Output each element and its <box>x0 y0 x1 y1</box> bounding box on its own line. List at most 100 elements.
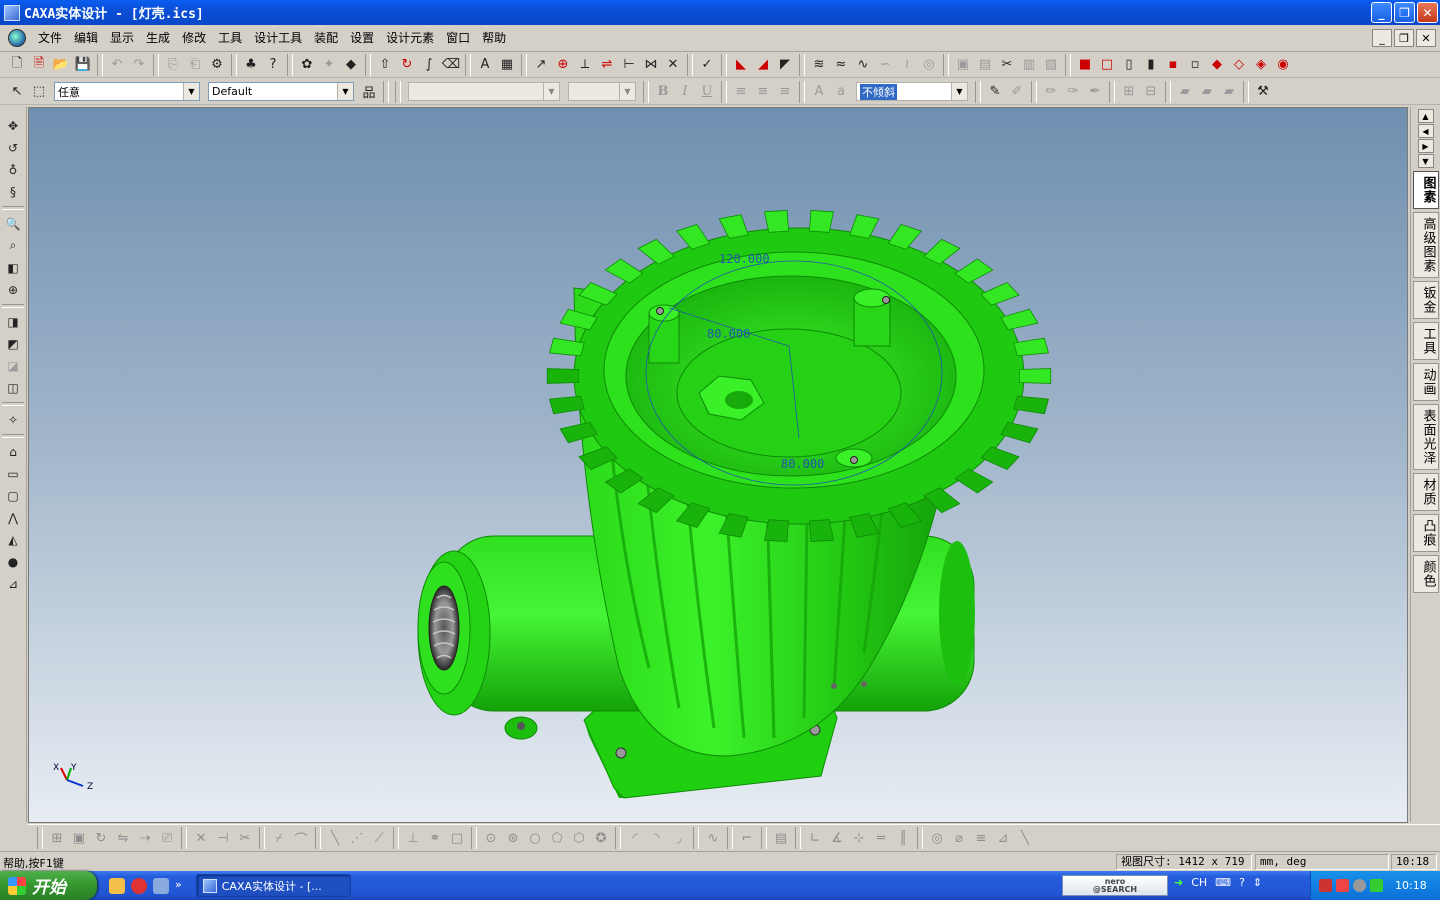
surface-icon[interactable]: ≋ <box>808 54 830 76</box>
sketch-spline-icon[interactable]: ∿ <box>702 827 724 849</box>
chevron-down-icon[interactable]: ▼ <box>619 83 635 100</box>
sketch-tangent-icon[interactable]: ⟋ <box>368 827 390 849</box>
menu-settings[interactable]: 设置 <box>344 25 380 52</box>
menu-file[interactable]: 文件 <box>32 25 68 52</box>
select-filter-combo[interactable]: 任意 ▼ <box>54 82 200 101</box>
tab-emboss[interactable]: 凸痕 <box>1412 514 1439 552</box>
nero-search-box[interactable]: nero @SEARCH <box>1062 875 1168 896</box>
fillet-icon[interactable]: ▧ <box>1040 54 1062 76</box>
tab-primitives[interactable]: 图素 <box>1412 171 1439 209</box>
walk-icon[interactable]: § <box>2 181 24 202</box>
new-file-icon[interactable]: 🗋 <box>6 54 28 76</box>
dim-angle-icon[interactable]: ∡ <box>826 827 848 849</box>
sketch-fillet-icon[interactable]: ⌒ <box>290 827 312 849</box>
save-icon[interactable]: 💾 <box>72 54 94 76</box>
chevron-down-icon[interactable]: ▼ <box>951 83 967 100</box>
sketch-polyline-icon[interactable]: ⋰ <box>346 827 368 849</box>
dimension-label-120[interactable]: 120.000 <box>719 252 770 266</box>
text-icon[interactable]: A <box>474 54 496 76</box>
sketch-project-icon[interactable]: ⎚ <box>156 827 178 849</box>
pen-icon[interactable]: ✎ <box>984 81 1006 103</box>
view-left-icon[interactable]: ▯ <box>1118 54 1140 76</box>
align-left-icon[interactable]: ≡ <box>730 81 752 103</box>
sketch-arc3-icon[interactable]: ◞ <box>668 827 690 849</box>
scroll-down-icon[interactable]: ▶ <box>1417 139 1434 153</box>
doc-restore-button[interactable]: ❐ <box>1394 29 1414 47</box>
text-size-down-icon[interactable]: a <box>830 81 852 103</box>
sketch-square-icon[interactable]: □ <box>446 827 468 849</box>
open-folder-icon[interactable]: 📂 <box>50 54 72 76</box>
hierarchy-icon[interactable]: 品 <box>358 81 380 103</box>
pan-icon[interactable]: ✥ <box>2 115 24 136</box>
tab-material[interactable]: 材质 <box>1412 473 1439 511</box>
view-top-icon[interactable]: ▪ <box>1162 54 1184 76</box>
context-help-icon[interactable]: ? <box>262 54 284 76</box>
dim-equal-icon[interactable]: ═ <box>870 827 892 849</box>
view-iso3-icon[interactable]: ◈ <box>1250 54 1272 76</box>
layer2-icon[interactable]: ▰ <box>1196 81 1218 103</box>
font-size-combo[interactable]: ▼ <box>568 82 636 101</box>
loft-icon[interactable]: ⋀ <box>2 507 24 528</box>
annotation-icon[interactable]: ▦ <box>496 54 518 76</box>
surface6-icon[interactable]: ◎ <box>918 54 940 76</box>
font-combo[interactable]: ▼ <box>408 82 560 101</box>
sketch-extend-icon[interactable]: ⊣ <box>212 827 234 849</box>
align-icon[interactable]: ⟂ <box>574 54 596 76</box>
constraint-parallel-icon[interactable]: ≡ <box>970 827 992 849</box>
dynamic-rotate-icon[interactable]: ♁ <box>2 159 24 180</box>
quick-launch-desktop-icon[interactable] <box>153 877 169 894</box>
view-bottom-icon[interactable]: ▫ <box>1184 54 1206 76</box>
tray-media-icon[interactable] <box>1353 879 1366 892</box>
align-right-icon[interactable]: ≡ <box>774 81 796 103</box>
3d-viewport[interactable]: 120.000 80.000 80.000 X Y Z <box>28 107 1408 823</box>
quick-launch-more-icon[interactable]: » <box>175 878 182 894</box>
box-icon[interactable]: ▢ <box>2 485 24 506</box>
chevron-down-icon[interactable]: ▼ <box>183 83 199 100</box>
revolve-icon[interactable]: ◢ <box>752 54 774 76</box>
surface5-icon[interactable]: ≀ <box>896 54 918 76</box>
light-icon[interactable]: ✧ <box>2 409 24 430</box>
select-box-icon[interactable]: ⬚ <box>28 81 50 103</box>
frame-icon[interactable]: ⊞ <box>1118 81 1140 103</box>
quick-launch-user-icon[interactable] <box>109 877 125 894</box>
start-button[interactable]: 开始 <box>0 871 97 900</box>
menu-display[interactable]: 显示 <box>104 25 140 52</box>
camera-fit-icon[interactable]: ◫ <box>2 377 24 398</box>
language-indicator[interactable]: CH <box>1191 876 1207 889</box>
minimize-button[interactable]: _ <box>1371 2 1392 23</box>
curve-icon[interactable]: ∫ <box>418 54 440 76</box>
maximize-button[interactable]: ❐ <box>1394 2 1415 23</box>
constraint-angle-icon[interactable]: ⊿ <box>992 827 1014 849</box>
smart-snap-icon[interactable]: ↗ <box>530 54 552 76</box>
brush2-icon[interactable]: ✑ <box>1062 81 1084 103</box>
tray-security-icon[interactable] <box>1319 879 1332 892</box>
pen2-icon[interactable]: ✐ <box>1006 81 1028 103</box>
chevron-down-icon[interactable]: ▼ <box>337 83 353 100</box>
sketch-trim-icon[interactable]: ✕ <box>190 827 212 849</box>
check-icon[interactable]: ✓ <box>696 54 718 76</box>
constraint-slope-icon[interactable]: ╲ <box>1014 827 1036 849</box>
sweep-icon[interactable]: ◤ <box>774 54 796 76</box>
close-button[interactable]: ✕ <box>1417 2 1438 23</box>
go-arrow-icon[interactable]: ➜ <box>1174 876 1183 889</box>
tab-tools[interactable]: 工具 <box>1412 322 1439 360</box>
new-drawing-icon[interactable]: 🗎 <box>28 54 50 76</box>
sketch-grid-icon[interactable]: ⊞ <box>46 827 68 849</box>
paste-icon[interactable]: ⎗ <box>184 54 206 76</box>
select-arrow-icon[interactable]: ↖ <box>6 81 28 103</box>
copy-icon[interactable]: ⎘ <box>162 54 184 76</box>
camera-move-icon[interactable]: ◨ <box>2 311 24 332</box>
sketch-chamfer-icon[interactable]: ⌿ <box>268 827 290 849</box>
menu-assembly[interactable]: 装配 <box>308 25 344 52</box>
sketch-break-icon[interactable]: ✂ <box>234 827 256 849</box>
toothed-rim[interactable] <box>546 210 1052 542</box>
rotate-icon[interactable]: ↻ <box>396 54 418 76</box>
layer3-icon[interactable]: ▰ <box>1218 81 1240 103</box>
sketch-circle-icon[interactable]: ⊙ <box>480 827 502 849</box>
rectangle-icon[interactable]: ▭ <box>2 463 24 484</box>
delete-constraint-icon[interactable]: ✕ <box>662 54 684 76</box>
bold-button[interactable]: B <box>652 81 674 103</box>
sketch-perp-icon[interactable]: ⊥ <box>402 827 424 849</box>
sketch-rotate-icon[interactable]: ↻ <box>90 827 112 849</box>
brush3-icon[interactable]: ✒ <box>1084 81 1106 103</box>
